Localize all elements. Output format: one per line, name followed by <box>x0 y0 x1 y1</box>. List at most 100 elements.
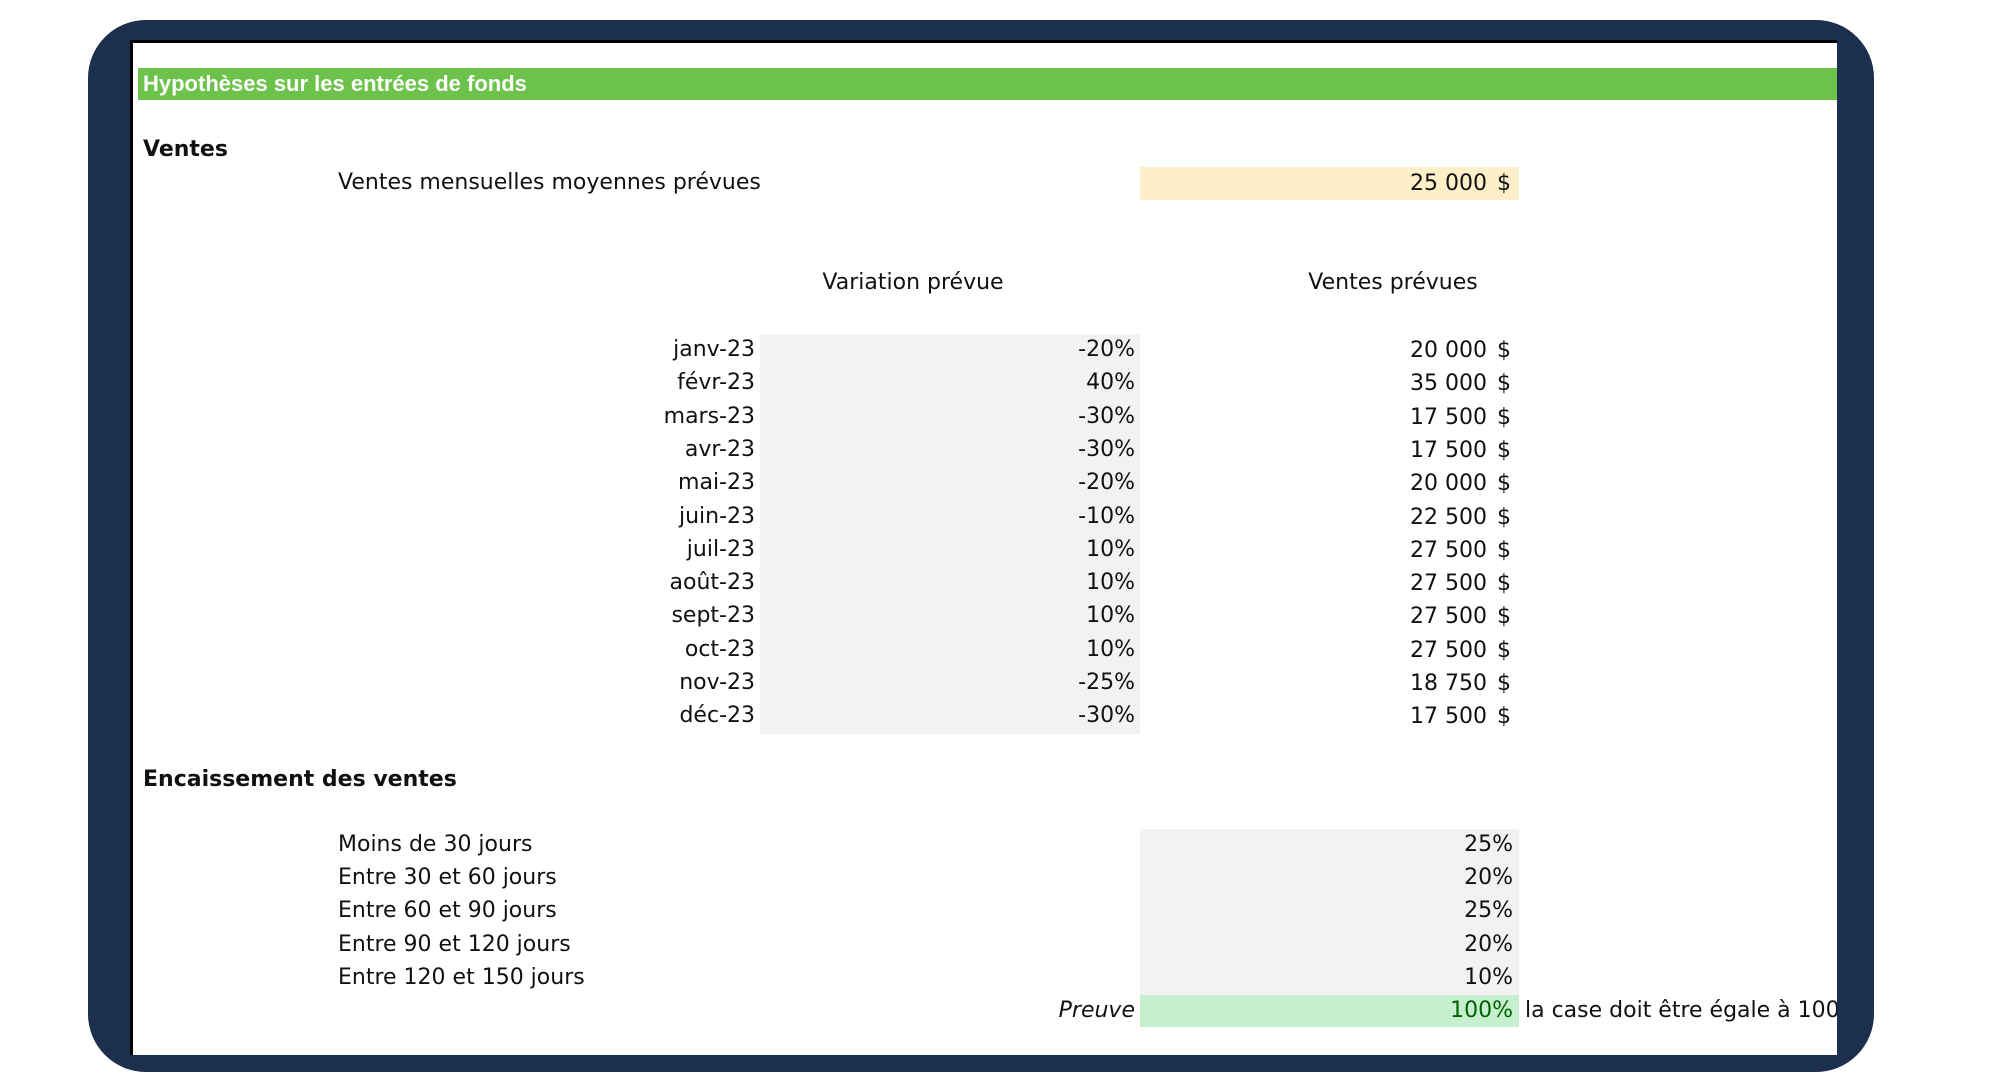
forecast-sales-currency: $ <box>1497 371 1511 396</box>
section-header: Hypothèses sur les entrées de fonds <box>138 68 1837 100</box>
forecast-month: avr-23 <box>684 437 755 462</box>
forecast-sales: 17 500 $ <box>1140 700 1519 733</box>
forecast-sales-amount: 35 000 <box>1410 371 1487 396</box>
forecast-sales-amount: 18 750 <box>1410 671 1487 696</box>
forecast-sales-currency: $ <box>1497 571 1511 596</box>
forecast-month: juin-23 <box>678 504 755 529</box>
forecast-row: août-23 10% 27 500 $ <box>133 567 1533 600</box>
collection-pct[interactable]: 10% <box>1140 963 1513 993</box>
forecast-sales: 20 000 $ <box>1140 467 1519 500</box>
forecast-month: août-23 <box>669 570 755 595</box>
forecast-month: juil-23 <box>686 537 755 562</box>
forecast-month: mars-23 <box>663 404 755 429</box>
forecast-month: févr-23 <box>677 370 755 395</box>
forecast-sales-currency: $ <box>1497 604 1511 629</box>
forecast-variation[interactable]: 10% <box>933 535 1135 565</box>
collection-pct[interactable]: 25% <box>1140 830 1513 860</box>
collection-period-label: Entre 30 et 60 jours <box>338 865 557 890</box>
forecast-sales: 27 500 $ <box>1140 567 1519 600</box>
forecast-sales-amount: 22 500 <box>1410 505 1487 530</box>
forecast-variation[interactable]: 10% <box>933 601 1135 631</box>
forecast-variation[interactable]: 10% <box>933 635 1135 665</box>
forecast-sales: 27 500 $ <box>1140 600 1519 633</box>
forecast-row: nov-23 -25% 18 750 $ <box>133 667 1533 700</box>
forecast-row: juil-23 10% 27 500 $ <box>133 534 1533 567</box>
forecast-row: avr-23 -30% 17 500 $ <box>133 434 1533 467</box>
forecast-row: mai-23 -20% 20 000 $ <box>133 467 1533 500</box>
forecast-sales-amount: 17 500 <box>1410 438 1487 463</box>
forecast-row: déc-23 -30% 17 500 $ <box>133 700 1533 733</box>
forecast-row: janv-23 -20% 20 000 $ <box>133 334 1533 367</box>
forecast-row: juin-23 -10% 22 500 $ <box>133 501 1533 534</box>
forecast-month: mai-23 <box>678 470 755 495</box>
forecast-sales-currency: $ <box>1497 638 1511 663</box>
forecast-variation[interactable]: -25% <box>933 668 1135 698</box>
forecast-variation[interactable]: -20% <box>933 335 1135 365</box>
forecast-sales-currency: $ <box>1497 438 1511 463</box>
collection-row: Entre 120 et 150 jours 10% <box>133 962 1533 995</box>
avg-sales-cell[interactable]: 25 000 $ <box>1140 167 1519 200</box>
forecast-variation[interactable]: 10% <box>933 568 1135 598</box>
forecast-sales-amount: 20 000 <box>1410 471 1487 496</box>
forecast-row: sept-23 10% 27 500 $ <box>133 600 1533 633</box>
forecast-sales-amount: 27 500 <box>1410 638 1487 663</box>
forecast-sales: 17 500 $ <box>1140 434 1519 467</box>
forecast-sales-currency: $ <box>1497 704 1511 729</box>
forecast-sales-currency: $ <box>1497 471 1511 496</box>
forecast-sales-amount: 17 500 <box>1410 405 1487 430</box>
forecast-variation[interactable]: -30% <box>933 435 1135 465</box>
collection-period-label: Entre 120 et 150 jours <box>338 965 585 990</box>
forecast-month: janv-23 <box>673 337 755 362</box>
sales-section-title: Ventes <box>143 137 228 162</box>
forecast-sales: 35 000 $ <box>1140 367 1519 400</box>
avg-sales-currency: $ <box>1497 171 1511 196</box>
forecast-month: déc-23 <box>679 703 755 728</box>
forecast-sales-amount: 27 500 <box>1410 538 1487 563</box>
forecast-sales-currency: $ <box>1497 338 1511 363</box>
forecast-sales-amount: 27 500 <box>1410 571 1487 596</box>
proof-value: 100% <box>1450 998 1513 1023</box>
forecast-variation[interactable]: -30% <box>933 701 1135 731</box>
collection-row: Entre 30 et 60 jours 20% <box>133 862 1533 895</box>
forecast-variation[interactable]: -30% <box>933 402 1135 432</box>
collection-section-title: Encaissement des ventes <box>143 767 457 792</box>
forecast-sales-currency: $ <box>1497 405 1511 430</box>
collection-row: Entre 60 et 90 jours 25% <box>133 895 1533 928</box>
proof-cell: 100% <box>1140 995 1519 1027</box>
proof-note: la case doit être égale à 100% <box>1525 998 1837 1023</box>
avg-sales-amount: 25 000 <box>1410 171 1487 196</box>
forecast-sales-amount: 27 500 <box>1410 604 1487 629</box>
forecast-sales-currency: $ <box>1497 538 1511 563</box>
forecast-month: sept-23 <box>671 603 755 628</box>
collection-period-label: Moins de 30 jours <box>338 832 533 857</box>
collection-period-label: Entre 90 et 120 jours <box>338 932 571 957</box>
forecast-row: oct-23 10% 27 500 $ <box>133 634 1533 667</box>
forecast-sales: 20 000 $ <box>1140 334 1519 367</box>
forecast-sales-currency: $ <box>1497 505 1511 530</box>
forecast-sales: 27 500 $ <box>1140 534 1519 567</box>
forecast-sales: 17 500 $ <box>1140 401 1519 434</box>
forecast-month: oct-23 <box>684 637 755 662</box>
collection-period-label: Entre 60 et 90 jours <box>338 898 557 923</box>
forecast-row: mars-23 -30% 17 500 $ <box>133 401 1533 434</box>
collection-pct[interactable]: 20% <box>1140 863 1513 893</box>
sales-column-header: Ventes prévues <box>1308 270 1478 295</box>
forecast-sales: 27 500 $ <box>1140 634 1519 667</box>
variation-column-header: Variation prévue <box>822 270 1004 295</box>
forecast-month: nov-23 <box>679 670 755 695</box>
proof-label: Preuve <box>1058 998 1135 1023</box>
forecast-variation[interactable]: -10% <box>933 502 1135 532</box>
forecast-sales: 18 750 $ <box>1140 667 1519 700</box>
collection-row: Moins de 30 jours 25% <box>133 829 1533 862</box>
forecast-sales-amount: 17 500 <box>1410 704 1487 729</box>
avg-sales-label: Ventes mensuelles moyennes prévues <box>338 170 761 195</box>
forecast-sales-currency: $ <box>1497 671 1511 696</box>
collection-pct[interactable]: 20% <box>1140 930 1513 960</box>
forecast-row: févr-23 40% 35 000 $ <box>133 367 1533 400</box>
forecast-sales: 22 500 $ <box>1140 501 1519 534</box>
forecast-sales-amount: 20 000 <box>1410 338 1487 363</box>
forecast-variation[interactable]: -20% <box>933 468 1135 498</box>
collection-pct[interactable]: 25% <box>1140 896 1513 926</box>
forecast-variation[interactable]: 40% <box>933 368 1135 398</box>
spreadsheet: Hypothèses sur les entrées de fonds Vent… <box>130 40 1837 1055</box>
